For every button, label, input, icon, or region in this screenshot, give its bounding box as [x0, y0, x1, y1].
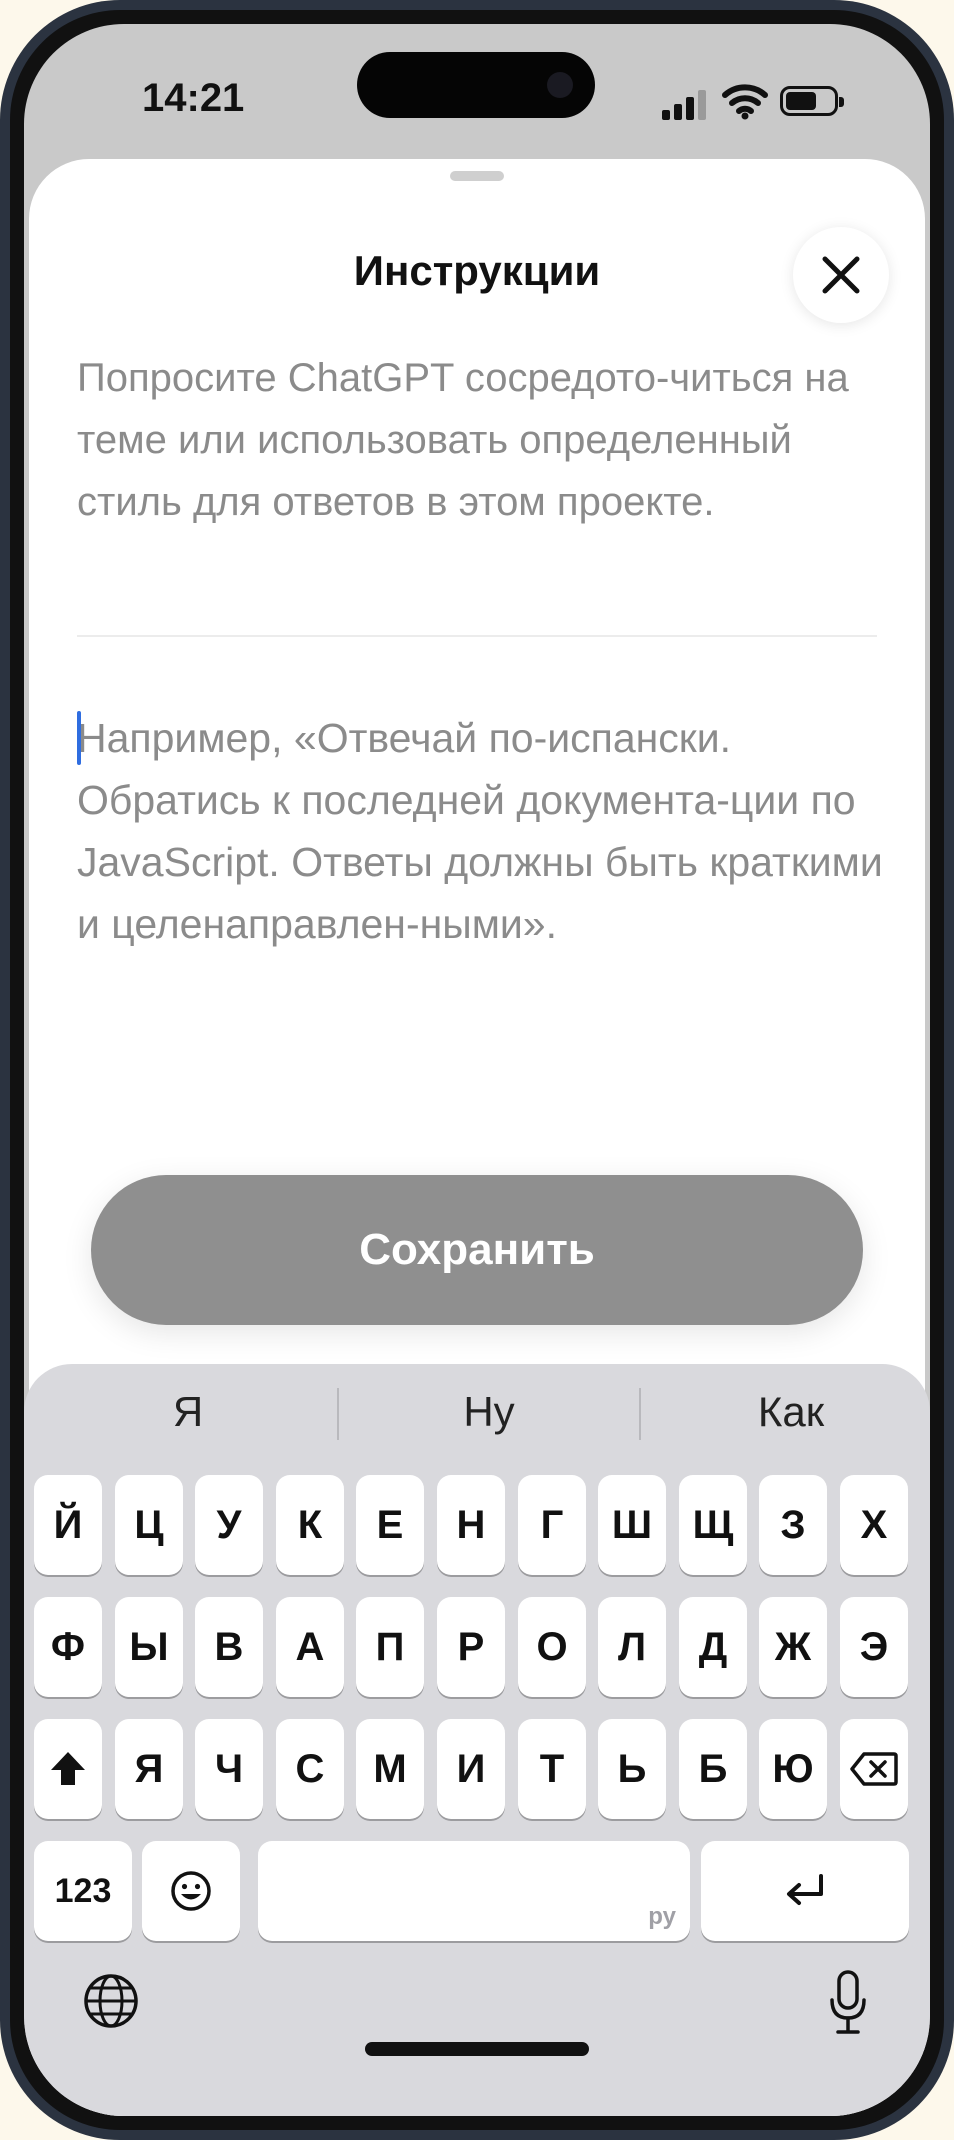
suggestion-2[interactable]: Ну — [339, 1388, 639, 1436]
text-caret — [77, 711, 81, 765]
key[interactable]: Я — [115, 1719, 183, 1819]
emoji-icon — [171, 1871, 211, 1911]
emoji-key[interactable] — [142, 1841, 240, 1941]
shift-icon — [51, 1752, 85, 1785]
key[interactable]: Э — [840, 1597, 908, 1697]
divider — [77, 635, 877, 637]
key[interactable]: К — [276, 1475, 344, 1575]
key[interactable]: Ж — [759, 1597, 827, 1697]
dynamic-island — [357, 52, 595, 118]
microphone-icon[interactable] — [828, 1970, 868, 2036]
cellular-signal-icon — [662, 90, 710, 120]
close-icon — [822, 256, 860, 294]
key[interactable]: З — [759, 1475, 827, 1575]
key[interactable]: Ц — [115, 1475, 183, 1575]
key[interactable]: Р — [437, 1597, 505, 1697]
key[interactable]: Г — [518, 1475, 586, 1575]
key[interactable]: Ш — [598, 1475, 666, 1575]
key[interactable]: У — [195, 1475, 263, 1575]
sheet-title: Инструкции — [353, 247, 601, 294]
return-icon — [787, 1874, 823, 1905]
numbers-key[interactable]: 123 — [34, 1841, 132, 1941]
instructions-input[interactable]: Например, «Отвечай по-испански. Обратись… — [77, 707, 885, 955]
camera-icon — [547, 72, 573, 98]
return-key[interactable] — [701, 1841, 909, 1941]
battery-icon — [780, 86, 844, 116]
shift-key[interactable] — [34, 1719, 102, 1819]
backspace-icon — [850, 1752, 898, 1786]
key[interactable]: Щ — [679, 1475, 747, 1575]
key[interactable]: Н — [437, 1475, 505, 1575]
screen: 14:21 Инструкции Попросите ChatGPT сосре… — [24, 24, 930, 2116]
wifi-icon — [722, 84, 768, 120]
key[interactable]: Й — [34, 1475, 102, 1575]
instructions-input-placeholder: Например, «Отвечай по-испански. Обратись… — [77, 715, 883, 947]
key[interactable]: И — [437, 1719, 505, 1819]
status-time: 14:21 — [142, 76, 245, 120]
space-language-hint: ру — [648, 1903, 676, 1930]
key[interactable]: Ь — [598, 1719, 666, 1819]
suggestion-bar: Я Ну Как — [24, 1364, 930, 1468]
key[interactable]: П — [356, 1597, 424, 1697]
home-indicator[interactable] — [365, 2042, 589, 2056]
key[interactable]: А — [276, 1597, 344, 1697]
globe-icon[interactable] — [82, 1972, 140, 2030]
key[interactable]: Ч — [195, 1719, 263, 1819]
key[interactable]: Х — [840, 1475, 908, 1575]
key[interactable]: В — [195, 1597, 263, 1697]
backspace-key[interactable] — [840, 1719, 908, 1819]
close-button[interactable] — [793, 227, 889, 323]
key[interactable]: Б — [679, 1719, 747, 1819]
space-key[interactable]: ру — [258, 1841, 690, 1941]
key[interactable]: Ф — [34, 1597, 102, 1697]
suggestion-1[interactable]: Я — [38, 1388, 338, 1436]
sheet-grabber[interactable] — [450, 171, 504, 181]
save-button[interactable]: Сохранить — [91, 1175, 863, 1325]
suggestion-3[interactable]: Как — [641, 1388, 930, 1436]
device-bezel: 14:21 Инструкции Попросите ChatGPT сосре… — [10, 10, 944, 2130]
key[interactable]: Ю — [759, 1719, 827, 1819]
key[interactable]: Д — [679, 1597, 747, 1697]
keyboard: Я Ну Как Й Ц У К Е Н Г Ш Щ З Х Ф Ы В А П — [24, 1364, 930, 2116]
key[interactable]: Е — [356, 1475, 424, 1575]
sheet-description: Попросите ChatGPT сосредото-читься на те… — [77, 356, 849, 524]
key[interactable]: М — [356, 1719, 424, 1819]
key[interactable]: Ы — [115, 1597, 183, 1697]
device-frame: 14:21 Инструкции Попросите ChatGPT сосре… — [0, 0, 954, 2140]
key[interactable]: Л — [598, 1597, 666, 1697]
key[interactable]: С — [276, 1719, 344, 1819]
key[interactable]: О — [518, 1597, 586, 1697]
key[interactable]: Т — [518, 1719, 586, 1819]
